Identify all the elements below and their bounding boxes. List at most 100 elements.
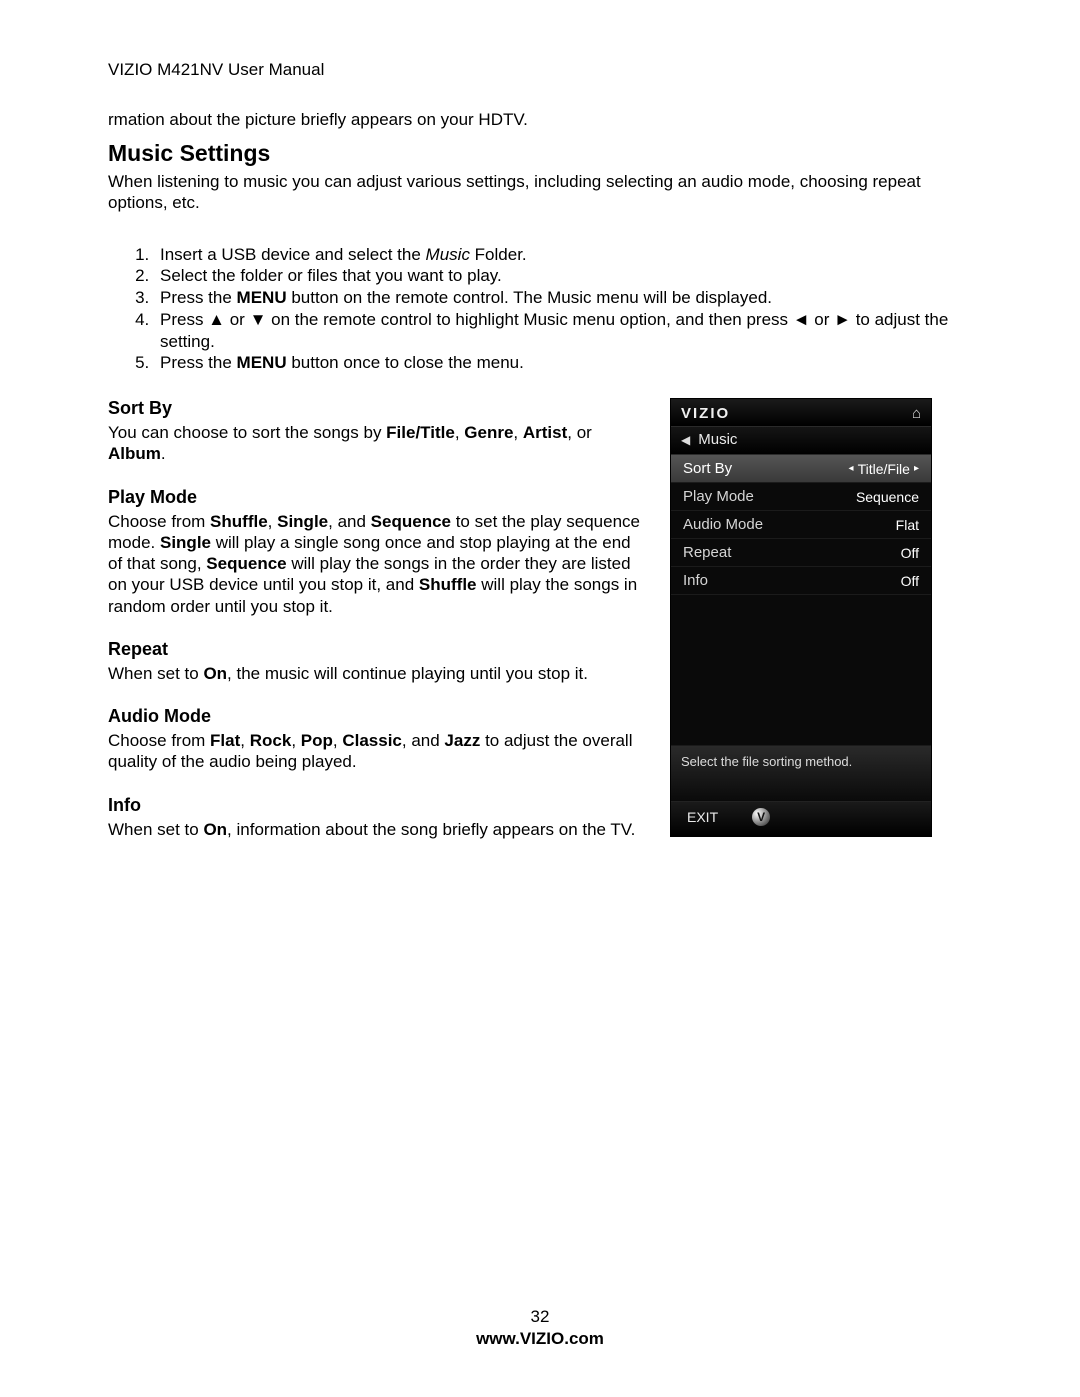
subsection-repeat: Repeat When set to On, the music will co… <box>108 639 648 684</box>
music-settings-intro: When listening to music you can adjust v… <box>108 171 972 214</box>
content-area: VIZIO M421NV User Manual rmation about t… <box>108 60 972 840</box>
tv-menu-header: VIZIO ⌂ <box>671 399 931 427</box>
sort-by-c3: , or <box>567 423 592 442</box>
repeat-body: When set to On, the music will continue … <box>108 663 648 684</box>
audio-mode-title: Audio Mode <box>108 706 648 727</box>
info-pre: When set to <box>108 820 203 839</box>
audio-mode-b2: Rock <box>250 731 292 750</box>
step-3: Press the MENU button on the remote cont… <box>154 287 972 309</box>
repeat-title: Repeat <box>108 639 648 660</box>
subsection-info: Info When set to On, information about t… <box>108 795 648 840</box>
step-2: Select the folder or files that you want… <box>154 265 972 287</box>
sort-by-c2: , <box>513 423 522 442</box>
audio-mode-c1: , <box>240 731 249 750</box>
audio-mode-c2: , <box>291 731 300 750</box>
info-body: When set to On, information about the so… <box>108 819 648 840</box>
tv-row-label: Play Mode <box>683 488 754 505</box>
play-mode-pre: Choose from <box>108 512 210 531</box>
play-mode-b1: Shuffle <box>210 512 268 531</box>
repeat-pre: When set to <box>108 664 203 683</box>
tv-row-sort-by: Sort By Title/File <box>671 455 931 483</box>
sort-by-post: . <box>161 444 166 463</box>
audio-mode-b3: Pop <box>301 731 333 750</box>
info-title: Info <box>108 795 648 816</box>
info-post: , information about the song briefly app… <box>227 820 635 839</box>
tv-exit-label: EXIT <box>687 809 718 825</box>
page-number: 32 <box>0 1307 1080 1327</box>
tv-menu-footer: EXIT V <box>671 802 931 836</box>
play-mode-b5: Sequence <box>206 554 286 573</box>
audio-mode-b4: Classic <box>342 731 402 750</box>
step-3-pre: Press the <box>160 288 237 307</box>
step-3-post: button on the remote control. The Music … <box>287 288 772 307</box>
tv-menu-blank-area <box>671 595 931 746</box>
tv-row-value: Off <box>901 545 919 561</box>
step-5-pre: Press the <box>160 353 237 372</box>
tv-row-audio-mode: Audio Mode Flat <box>671 511 931 539</box>
audio-mode-body: Choose from Flat, Rock, Pop, Classic, an… <box>108 730 648 773</box>
footer-url: www.VIZIO.com <box>0 1329 1080 1349</box>
sort-by-title: Sort By <box>108 398 648 419</box>
section-title-music-settings: Music Settings <box>108 140 972 167</box>
info-b1: On <box>203 820 227 839</box>
tv-row-label: Repeat <box>683 544 731 561</box>
step-1-post: Folder. <box>470 245 527 264</box>
subsection-play-mode: Play Mode Choose from Shuffle, Single, a… <box>108 487 648 617</box>
tv-brand-label: VIZIO <box>681 405 730 422</box>
sort-by-c1: , <box>455 423 464 442</box>
step-1: Insert a USB device and select the Music… <box>154 244 972 266</box>
sort-by-pre: You can choose to sort the songs by <box>108 423 386 442</box>
sort-by-b2: Genre <box>464 423 513 442</box>
tv-row-repeat: Repeat Off <box>671 539 931 567</box>
music-settings-steps: Insert a USB device and select the Music… <box>108 244 972 375</box>
subsection-audio-mode: Audio Mode Choose from Flat, Rock, Pop, … <box>108 706 648 773</box>
tv-breadcrumb-label: Music <box>698 431 737 448</box>
tv-menu-hint: Select the file sorting method. <box>671 746 931 802</box>
play-mode-b4: Single <box>160 533 211 552</box>
sort-by-b1: File/Title <box>386 423 455 442</box>
vizio-v-icon: V <box>752 808 770 826</box>
tv-row-value: Sequence <box>856 489 919 505</box>
sort-by-b4: Album <box>108 444 161 463</box>
sort-by-b3: Artist <box>523 423 567 442</box>
repeat-post: , the music will continue playing until … <box>227 664 588 683</box>
back-icon: ◀ <box>681 433 690 447</box>
tv-row-label: Audio Mode <box>683 516 763 533</box>
repeat-b1: On <box>203 664 227 683</box>
play-mode-title: Play Mode <box>108 487 648 508</box>
play-mode-c1: , <box>268 512 277 531</box>
step-3-menu: MENU <box>237 288 287 307</box>
tv-row-label: Sort By <box>683 460 732 477</box>
document-header: VIZIO M421NV User Manual <box>108 60 972 80</box>
page-footer: 32 www.VIZIO.com <box>0 1307 1080 1349</box>
audio-mode-pre: Choose from <box>108 731 210 750</box>
tv-breadcrumb: ◀ Music <box>671 427 931 455</box>
tv-row-value: Off <box>901 573 919 589</box>
subsections-column: Sort By You can choose to sort the songs… <box>108 398 648 840</box>
play-mode-b3: Sequence <box>371 512 451 531</box>
fragment-line: rmation about the picture briefly appear… <box>108 110 972 130</box>
tv-menu-screenshot: VIZIO ⌂ ◀ Music Sort By Title/File Play … <box>670 398 932 837</box>
step-5-post: button once to close the menu. <box>287 353 524 372</box>
tv-row-play-mode: Play Mode Sequence <box>671 483 931 511</box>
step-1-music: Music <box>426 245 470 264</box>
audio-mode-b5: Jazz <box>444 731 480 750</box>
step-5: Press the MENU button once to close the … <box>154 352 972 374</box>
play-mode-body: Choose from Shuffle, Single, and Sequenc… <box>108 511 648 617</box>
home-icon: ⌂ <box>912 405 921 422</box>
document-page: VIZIO M421NV User Manual rmation about t… <box>0 0 1080 1397</box>
audio-mode-b1: Flat <box>210 731 240 750</box>
audio-mode-c4: , and <box>402 731 445 750</box>
step-4: Press ▲ or ▼ on the remote control to hi… <box>154 309 972 353</box>
play-mode-c2: , and <box>328 512 371 531</box>
play-mode-b6: Shuffle <box>419 575 477 594</box>
tv-row-value: Title/File <box>849 461 919 477</box>
play-mode-b2: Single <box>277 512 328 531</box>
tv-row-info: Info Off <box>671 567 931 595</box>
step-1-pre: Insert a USB device and select the <box>160 245 426 264</box>
lower-columns: Sort By You can choose to sort the songs… <box>108 398 972 840</box>
step-5-menu: MENU <box>237 353 287 372</box>
subsection-sort-by: Sort By You can choose to sort the songs… <box>108 398 648 465</box>
tv-row-value: Flat <box>896 517 919 533</box>
sort-by-body: You can choose to sort the songs by File… <box>108 422 648 465</box>
